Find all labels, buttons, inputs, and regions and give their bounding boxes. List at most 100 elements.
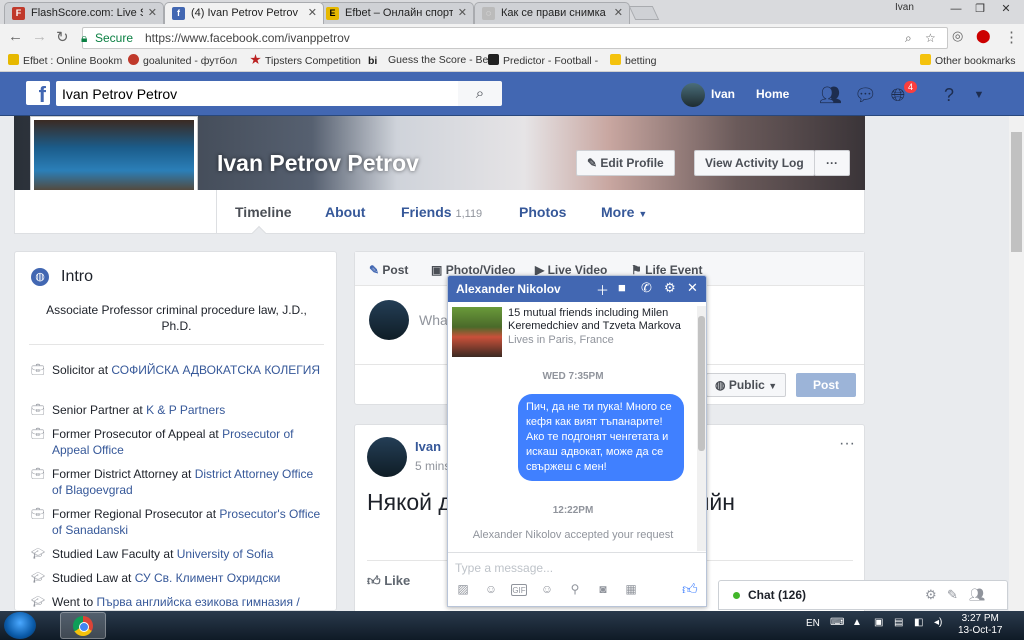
photo-icon[interactable]: ▨ <box>455 582 471 596</box>
start-button[interactable] <box>4 612 36 639</box>
intro-link[interactable]: Първа английска езикова гимназия / <box>96 595 299 609</box>
avatar[interactable] <box>367 437 407 477</box>
tab-timeline[interactable]: Timeline <box>235 204 292 220</box>
attachment-icon[interactable]: ⚲ <box>567 582 583 596</box>
help-icon[interactable]: ? <box>938 84 960 106</box>
gear-icon[interactable]: ⚙ <box>925 587 937 603</box>
sticker-icon[interactable]: ☺ <box>483 582 499 596</box>
account-menu-icon[interactable]: ▼ <box>968 84 990 106</box>
like-button[interactable]: 👍︎ Like <box>367 573 410 589</box>
facebook-logo-icon[interactable]: f <box>26 81 50 105</box>
mutual-friends-text: 15 mutual friends including Milen Kereme… <box>508 307 681 332</box>
windows-taskbar <box>0 611 1024 640</box>
browser-tab[interactable]: F FlashScore.com: Live Soc✕ <box>4 2 164 24</box>
group-icon[interactable]: 👥︎ <box>969 587 986 603</box>
intro-link[interactable]: University of Sofia <box>177 547 274 561</box>
close-tab-icon[interactable]: ✕ <box>614 3 623 23</box>
contact-photo[interactable] <box>452 307 502 357</box>
search-button[interactable]: ⌕ <box>458 81 502 106</box>
nav-user-link[interactable]: Ivan <box>711 87 735 101</box>
page-scrollbar-thumb[interactable] <box>1011 132 1022 252</box>
zoom-icon[interactable]: ⌕ <box>905 28 912 48</box>
messenger-icon[interactable]: 💬︎ <box>854 84 877 106</box>
gear-icon[interactable]: ⚙ <box>664 280 676 296</box>
more-options-button[interactable]: ··· <box>814 150 850 176</box>
close-tab-icon[interactable]: ✕ <box>308 3 317 23</box>
post-button[interactable]: Post <box>796 373 856 397</box>
view-activity-log-button[interactable]: View Activity Log <box>694 150 815 176</box>
thumbs-up-icon[interactable]: 👍︎ <box>682 581 698 599</box>
intro-education-item: 🎓︎ Studied Law at СУ Св. Климент Охридски <box>31 571 281 585</box>
tray-expand-icon[interactable]: ▲ <box>852 617 862 628</box>
back-icon[interactable]: ← <box>8 28 23 45</box>
nav-home-link[interactable]: Home <box>756 87 789 101</box>
post-options-icon[interactable]: ··· <box>839 435 855 453</box>
browser-user-badge[interactable]: Ivan <box>895 2 914 13</box>
bookmark-item[interactable]: goalunited - футбол <box>128 54 237 67</box>
friend-requests-icon[interactable]: 👥︎ <box>819 84 842 106</box>
tab-photos[interactable]: Photos <box>519 204 566 220</box>
compose-icon[interactable]: ✎ <box>947 587 958 603</box>
composer-input[interactable]: Wha <box>419 312 448 328</box>
other-bookmarks-folder[interactable]: Other bookmarks <box>920 54 1016 67</box>
close-tab-icon[interactable]: ✕ <box>458 3 467 23</box>
bookmark-item[interactable]: Tipsters Competition <box>250 54 361 67</box>
close-window-button[interactable]: ✕ <box>994 0 1018 18</box>
audience-selector[interactable]: ◍ Public ▼ <box>706 373 786 397</box>
bookmark-star-icon[interactable]: ☆ <box>925 28 936 48</box>
tray-icon[interactable]: ◧ <box>914 617 923 628</box>
composer-tab-post[interactable]: ✎ Post <box>369 263 408 277</box>
chat-message-input[interactable]: Type a message... <box>455 561 553 575</box>
post-time[interactable]: 5 mins <box>415 459 450 473</box>
camera-icon[interactable]: ◙ <box>595 582 611 596</box>
close-tab-icon[interactable]: ✕ <box>148 3 157 23</box>
post-author[interactable]: Ivan <box>415 439 441 454</box>
system-clock[interactable]: 3:27 PM 13-Oct-17 <box>958 613 1002 637</box>
emoji-icon[interactable]: ☺ <box>539 582 555 596</box>
extension-icon[interactable]: ◎ <box>952 28 963 44</box>
reload-icon[interactable]: ↻ <box>56 28 69 46</box>
edit-profile-button[interactable]: ✎ Edit Profile <box>576 150 675 176</box>
bookmark-item[interactable]: Efbet : Online Bookm <box>8 54 122 67</box>
video-call-icon[interactable]: ■ <box>618 280 626 295</box>
gif-icon[interactable]: GIF <box>511 584 527 596</box>
network-icon[interactable]: ▤ <box>894 617 903 628</box>
chat-sidebar-bar[interactable]: Chat (126) ⚙ ✎ 👥︎ <box>718 580 1008 610</box>
tray-icon[interactable]: ⌨ <box>830 617 844 628</box>
url-text: https://www.facebook.com/ivanppetrov <box>145 31 350 45</box>
intro-link[interactable]: СОФИЙСКА АДВОКАТСКА КОЛЕГИЯ <box>111 363 320 377</box>
phone-icon[interactable]: ✆ <box>641 280 652 296</box>
bookmark-folder[interactable]: betting <box>610 54 657 67</box>
tab-about[interactable]: About <box>325 204 365 220</box>
browser-tab[interactable]: ◌ Как се прави снимка на✕ <box>474 2 630 24</box>
avatar[interactable] <box>681 83 705 107</box>
bookmark-item[interactable]: Predictor - Football - <box>488 54 598 67</box>
extension-icon[interactable]: ⬤ <box>976 28 991 44</box>
menu-icon[interactable]: ⋮ <box>1004 28 1019 46</box>
bookmark-item[interactable]: bi Guess the Score - Be <box>368 54 488 67</box>
graduation-cap-icon: 🎓︎ <box>31 572 45 584</box>
camera-icon: ▣ <box>431 263 443 277</box>
language-indicator[interactable]: EN <box>806 618 820 629</box>
address-bar[interactable]: 🔒︎ Secure https://www.facebook.com/ivanp… <box>81 27 948 49</box>
browser-tab[interactable]: E Efbet – Онлайн спортни✕ <box>318 2 474 24</box>
search-input[interactable] <box>56 81 458 106</box>
chevron-down-icon: ▼ <box>768 381 778 391</box>
add-people-icon[interactable]: ＋ <box>596 280 609 299</box>
chat-contact-name[interactable]: Alexander Nikolov <box>456 282 561 296</box>
chat-scrollbar-thumb[interactable] <box>698 316 705 451</box>
tray-icon[interactable]: ▣ <box>874 617 883 628</box>
thumbs-up-icon: 👍︎ <box>367 573 381 588</box>
tab-friends[interactable]: Friends 1,119 <box>401 204 482 220</box>
forward-icon[interactable]: → <box>32 28 47 45</box>
browser-tab-active[interactable]: f (4) Ivan Petrov Petrov ✕ <box>164 2 324 24</box>
intro-link[interactable]: СУ Св. Климент Охридски <box>135 571 281 585</box>
minimize-button[interactable]: — <box>944 0 968 18</box>
volume-icon[interactable]: ◂) <box>934 617 942 628</box>
tab-more[interactable]: More ▼ <box>601 204 647 220</box>
maximize-button[interactable]: ❐ <box>968 0 992 18</box>
calendar-icon[interactable]: ▦ <box>623 582 639 596</box>
profile-name[interactable]: Ivan Petrov Petrov <box>217 150 419 177</box>
close-icon[interactable]: ✕ <box>687 280 698 296</box>
intro-link[interactable]: K & P Partners <box>146 403 225 417</box>
